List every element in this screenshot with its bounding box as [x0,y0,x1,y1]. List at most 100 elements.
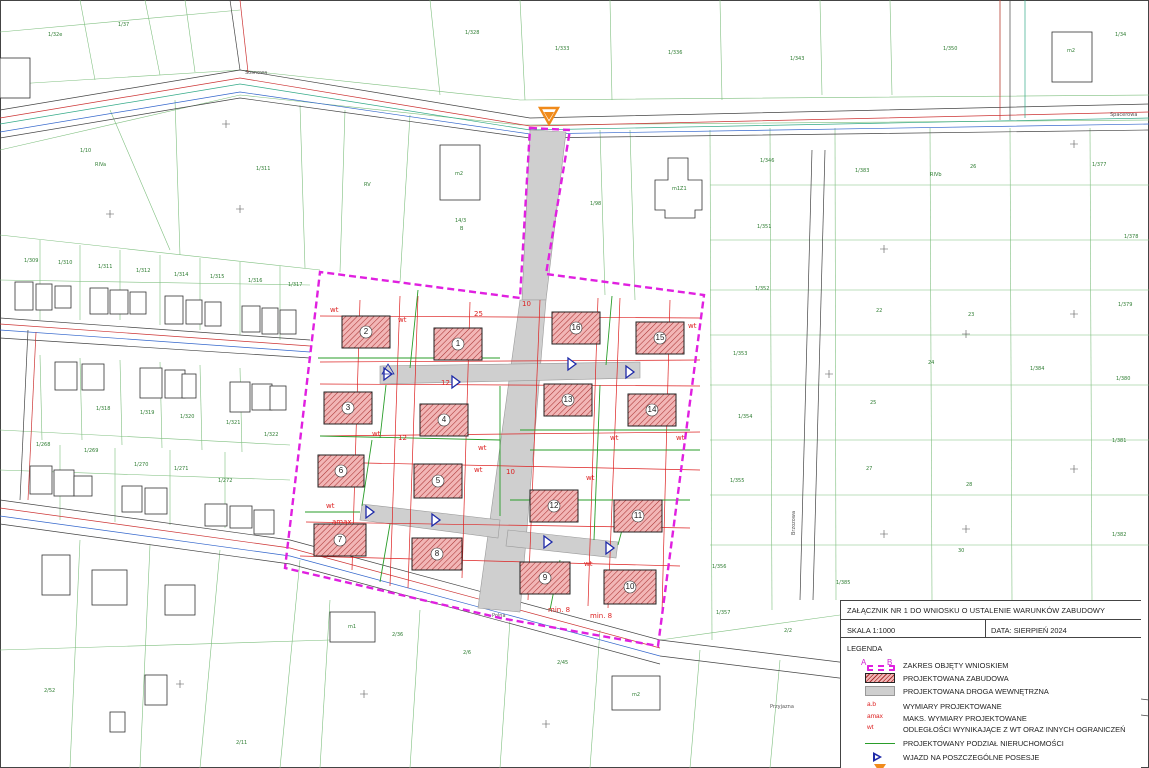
map-date: DATA: SIERPIEŃ 2024 [991,626,1067,635]
road-symbol-icon [847,686,895,698]
parcel-label: 1/377 [1092,162,1106,168]
parcel-label: 1/310 [58,260,72,266]
map-title: ZAŁĄCZNIK NR 1 DO WNIOSKU O USTALENIE WA… [847,606,1106,615]
parcel-label: 1/268 [36,442,50,448]
parcel-label: 1/315 [210,274,224,280]
legend-symbol: wt [867,724,874,731]
dimension-text: wt [478,444,487,452]
parcel-label: 1/336 [668,50,682,56]
parcel-label: 1/357 [716,610,730,616]
boundary-symbol-icon: A B [847,658,895,672]
dimension-text: wt [474,466,483,474]
plot-number: 11 [634,511,643,520]
parcel-label: 1/311 [98,264,112,270]
parcel-label: 1/355 [730,478,744,484]
dimension-text: 10 [506,468,515,476]
parcel-label: 2/45 [557,660,568,666]
plot-number: 4 [442,415,447,424]
dimension-text: wt [372,430,381,438]
parcel-label: 1/269 [84,448,98,454]
plot-number: 15 [656,333,665,342]
building-label: m1 [348,624,356,630]
plot-number: 1 [456,339,461,348]
parcel-label: 1/271 [174,466,188,472]
dimension-text: amax [332,518,352,526]
parcel-label: 25 [870,400,876,406]
parcel-label: 1/351 [757,224,771,230]
dimension-text: wt [330,306,339,314]
legend-label: WJAZD NA POSZCZEGÓLNE POSESJE [903,753,1040,762]
parcel-label: 22 [876,308,882,314]
legend-symbol: amax [867,713,883,720]
plot-number: 7 [338,535,343,544]
parcel-label: RV [364,182,371,188]
parcel-label: 1/10 [80,148,91,154]
plot-number: 14 [648,405,657,414]
parcel-label: 1/352 [755,286,769,292]
parcel-label: 1/354 [738,414,752,420]
parcel-label: 1/319 [140,410,154,416]
legend-item-road: PROJEKTOWANA DROGA WEWNĘTRZNA [841,686,1141,698]
building-label: m2 [455,171,463,177]
legend-symbol-b: B [887,658,893,667]
parcel-label: B [460,226,464,232]
parcel-label: 1/384 [1030,366,1044,372]
dimension-text: wt [584,560,593,568]
parcel-label: 1/322 [264,432,278,438]
parcel-label: 1/314 [174,272,188,278]
parcel-label: 1/353 [733,351,747,357]
parcel-label: 1/333 [555,46,569,52]
legend-item-boundary: A B ZAKRES OBJĘTY WNIOSKIEM [841,658,1141,672]
building-label: m2 [1067,48,1075,54]
dimension-text: 25 [474,310,483,318]
parcel-label: 1/381 [1112,438,1126,444]
legend-item-dims: a.b WYMIARY PROJEKTOWANE [841,701,1141,713]
parcel-label: 1/350 [943,46,957,52]
parcel-label: 1/378 [1124,234,1138,240]
building-label: m2 [632,692,640,698]
dimension-text: wt [586,474,595,482]
division-symbol-icon [847,738,895,750]
legend-label: PROJEKTOWANA ZABUDOWA [903,674,1009,683]
parcel-label: 1/37 [118,22,129,28]
parcel-label: 1/272 [218,478,232,484]
parcel-label: 2/11 [236,740,247,746]
divider [841,619,1141,620]
parcel-label: 1/380 [1116,376,1130,382]
street-label: Spacerowa [1110,112,1137,118]
street-label: Brzozowa [791,511,797,535]
legend-symbol: a.b [867,701,877,708]
parcel-label: 1/34 [1115,32,1126,38]
parcel-label: 23 [968,312,974,318]
building-label: m1Z1 [672,186,687,192]
survey-map: 1/32e 1/37 1/328 1/333 1/336 1/343 1/350… [0,0,1149,768]
dimension-text: 12 [441,379,450,387]
divider [841,637,1141,638]
legend-label: MAKS. WYMIARY PROJEKTOWANE [903,714,1027,723]
dimension-text: wt [398,316,407,324]
legend-label: PROJEKTOWANA DROGA WEWNĘTRZNA [903,687,1049,696]
parcel-label: RIVa [95,162,106,168]
parcel-label: 1/317 [288,282,302,288]
parcel-label: 1/379 [1118,302,1132,308]
plot-number: 16 [572,323,581,332]
parcel-label: 1/328 [465,30,479,36]
hatch-symbol-icon [847,673,895,685]
parcel-label: 1/316 [248,278,262,284]
legend-item-wt: wt ODLEGŁOŚCI WYNIKAJĄCE Z WT ORAZ INNYC… [841,724,1141,736]
legend-title: LEGENDA [847,644,883,653]
access-triangle-icon [847,763,891,768]
dimension-text: 12 [398,434,407,442]
parcel-label: 27 [866,466,872,472]
parcel-label: 1/318 [96,406,110,412]
parcel-label: 1/343 [790,56,804,62]
parcel-label: 1/309 [24,258,38,264]
parcel-label: 1/270 [134,462,148,468]
dimension-text: wt [610,434,619,442]
parcel-label: 2/6 [463,650,471,656]
parcel-label: 1/382 [1112,532,1126,538]
plot-number: 8 [435,549,440,558]
parcel-label: 2/36 [392,632,403,638]
plot-number: 9 [543,573,548,582]
street-label: Przyjazna [770,704,794,710]
